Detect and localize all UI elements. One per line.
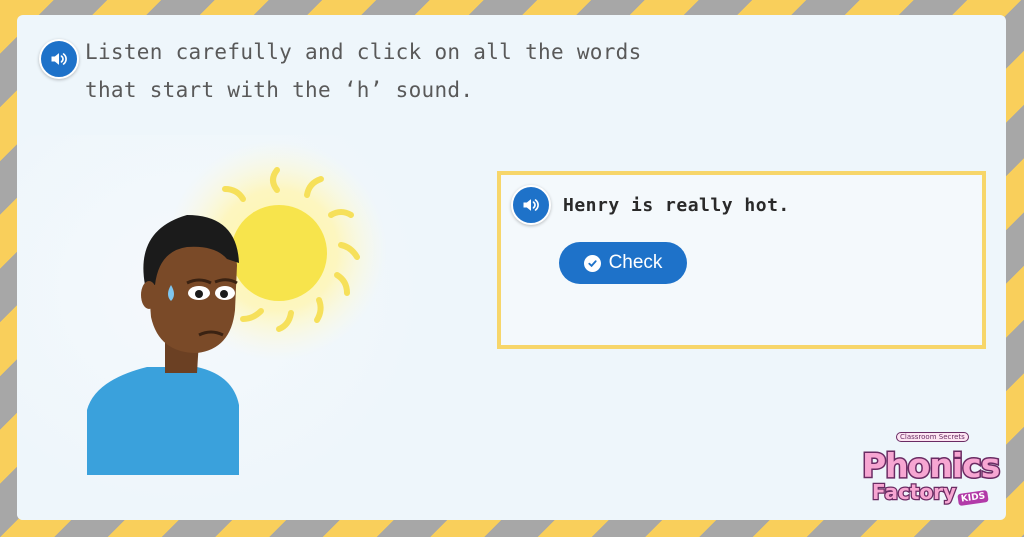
- sentence-text[interactable]: Henry is really hot.: [563, 195, 790, 216]
- check-button[interactable]: Check: [559, 242, 687, 284]
- logo-word-factory: Factory: [871, 479, 958, 506]
- logo-kids-tag: KIDS: [957, 489, 989, 507]
- phonics-factory-logo: Classroom Secrets Phonics Factory KIDS: [850, 430, 1002, 514]
- sentence-speaker-button[interactable]: [511, 185, 551, 225]
- speaker-icon: [523, 199, 539, 211]
- instruction-speaker-button[interactable]: [39, 39, 79, 79]
- logo-badge: Classroom Secrets: [896, 432, 969, 442]
- activity-panel: Listen carefully and click on all the wo…: [17, 15, 1006, 520]
- boy-icon: [87, 215, 239, 475]
- instruction-text: Listen carefully and click on all the wo…: [85, 33, 685, 109]
- question-box: Henry is really hot. Check: [497, 171, 986, 349]
- check-circle-icon: [583, 254, 601, 272]
- instruction-line-2: that start with the ‘h’ sound.: [85, 78, 474, 102]
- instruction-line-1: Listen carefully and click on all the wo…: [85, 40, 642, 64]
- speaker-icon: [51, 53, 67, 65]
- hot-boy-sun-illustration: [87, 140, 387, 475]
- check-label: Check: [608, 252, 663, 273]
